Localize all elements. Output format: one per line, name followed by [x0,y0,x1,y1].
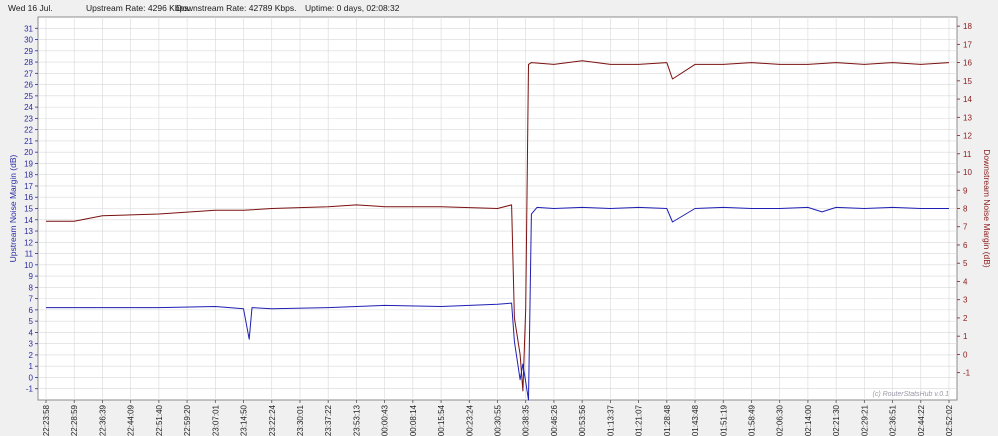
right-tick-label: 6 [963,241,968,250]
left-tick-label: 1 [29,362,34,371]
x-tick-label: 02:52:02 [945,404,954,436]
right-tick-label: 9 [963,186,968,195]
right-tick-label: 8 [963,205,968,214]
x-tick-label: 23:53:13 [352,404,361,436]
right-tick-label: 10 [963,168,972,177]
left-tick-label: 20 [24,148,33,157]
left-tick-label: 28 [24,58,33,67]
left-tick-label: 30 [24,36,33,45]
x-tick-label: 02:29:21 [860,404,869,436]
x-tick-label: 22:44:09 [127,404,136,436]
x-tick-label: 01:43:48 [691,404,700,436]
right-tick-label: 18 [963,22,972,31]
left-tick-label: 24 [24,103,33,112]
noise-margin-chart: -101234567891011121314151617181920212223… [8,16,992,436]
left-tick-label: 4 [29,328,34,337]
x-tick-label: 22:51:40 [155,404,164,436]
x-tick-label: 00:38:35 [522,404,531,436]
right-tick-label: 11 [963,150,972,159]
x-tick-label: 23:30:01 [296,404,305,436]
x-tick-label: 22:28:59 [70,404,79,436]
right-tick-label: -1 [963,369,971,378]
x-tick-label: 00:30:55 [494,404,503,436]
x-tick-label: 01:13:37 [606,404,615,436]
left-tick-label: 26 [24,81,33,90]
left-tick-label: 14 [24,216,33,225]
right-tick-label: 2 [963,314,968,323]
x-tick-label: 22:36:39 [98,404,107,436]
watermark: (c) RouterStatsHub v.0.1 [872,391,949,398]
right-tick-label: 15 [963,77,972,86]
left-tick-label: 12 [24,238,33,247]
right-tick-label: 5 [963,259,968,268]
left-tick-label: 2 [29,351,34,360]
x-tick-label: 01:51:19 [719,404,728,436]
left-tick-label: 0 [29,373,34,382]
right-tick-label: 4 [963,277,968,286]
x-tick-label: 02:14:00 [804,404,813,436]
right-axis-ticks: -10123456789101112131415161718 [957,22,972,378]
left-tick-label: 25 [24,92,33,101]
left-axis-title: Upstream Noise Margin (dB) [8,154,18,262]
left-tick-label: 18 [24,171,33,180]
right-tick-label: 3 [963,296,968,305]
x-tick-label: 02:06:30 [776,404,785,436]
right-tick-label: 14 [963,95,972,104]
right-tick-label: 1 [963,332,968,341]
left-tick-label: 8 [29,283,34,292]
left-tick-label: 27 [24,69,33,78]
x-tick-label: 02:21:30 [832,404,841,436]
x-tick-label: 02:44:22 [917,404,926,436]
left-tick-label: -1 [26,385,34,394]
left-tick-label: 29 [24,47,33,56]
left-tick-label: 6 [29,306,34,315]
left-tick-label: 5 [29,317,34,326]
x-tick-label: 23:37:22 [324,404,333,436]
right-tick-label: 0 [963,350,968,359]
x-axis-ticks: 22:23:58 22:28:59 22:36:39 22:44:09 22:51:40… [42,400,954,436]
left-tick-label: 11 [25,250,34,259]
right-tick-label: 12 [963,132,972,141]
left-tick-label: 7 [29,295,34,304]
x-tick-label: 23:22:24 [268,404,277,436]
right-axis-title: Downstream Noise Margin (dB) [982,149,992,268]
left-tick-label: 17 [24,182,33,191]
x-tick-label: 01:28:48 [663,404,672,436]
right-tick-label: 7 [963,223,968,232]
left-tick-label: 10 [24,261,33,270]
left-tick-label: 15 [24,205,33,214]
left-tick-label: 22 [24,126,33,135]
left-tick-label: 23 [24,114,33,123]
left-tick-label: 16 [24,193,33,202]
x-tick-label: 00:23:24 [465,404,474,436]
x-tick-label: 22:23:58 [42,404,51,436]
left-tick-label: 19 [24,159,33,168]
x-tick-label: 00:00:43 [381,404,390,436]
left-tick-label: 9 [29,272,34,281]
left-tick-label: 3 [29,340,34,349]
left-tick-label: 21 [24,137,33,146]
x-tick-label: 02:36:51 [889,404,898,436]
x-tick-label: 23:07:01 [211,404,220,436]
right-tick-label: 17 [963,40,972,49]
left-tick-label: 13 [24,227,33,236]
x-tick-label: 00:15:54 [437,404,446,436]
right-tick-label: 16 [963,59,972,68]
x-tick-label: 01:21:07 [635,404,644,436]
x-tick-label: 00:46:26 [550,404,559,436]
x-tick-label: 23:14:50 [240,404,249,436]
left-axis-ticks: -101234567891011121314151617181920212223… [24,24,38,394]
left-tick-label: 31 [24,24,33,33]
right-tick-label: 13 [963,113,972,122]
x-tick-label: 00:53:56 [578,404,587,436]
x-tick-label: 00:08:14 [409,404,418,436]
x-tick-label: 22:59:20 [183,404,192,436]
x-tick-label: 01:58:49 [747,404,756,436]
